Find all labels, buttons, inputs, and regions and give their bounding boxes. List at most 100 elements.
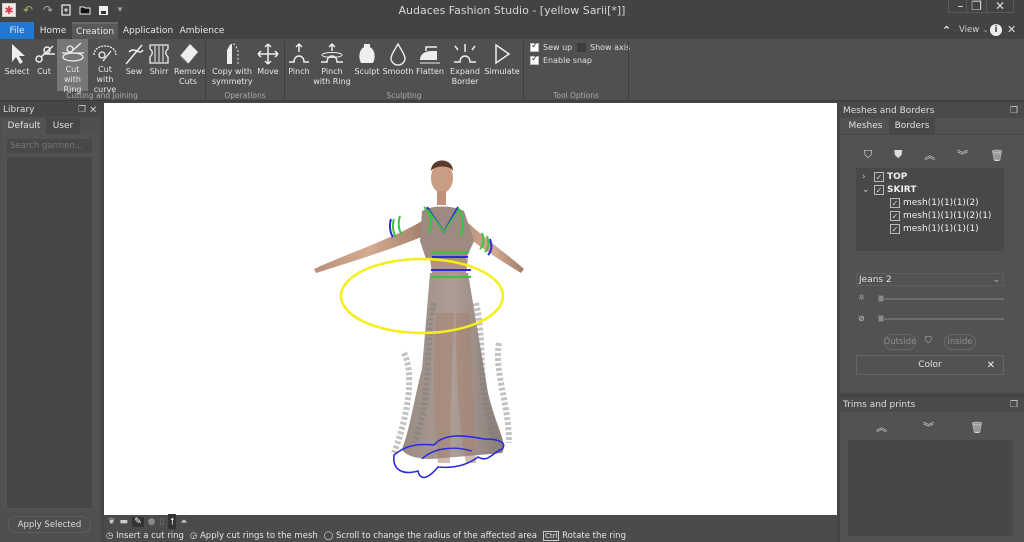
move-up-icon[interactable]: ︽: [876, 419, 887, 435]
float-panel-icon[interactable]: ❐: [78, 105, 86, 115]
pencil-icon[interactable]: ✎: [132, 517, 144, 527]
video-camera-icon[interactable]: ▬: [120, 517, 129, 527]
close-document-icon[interactable]: ✕: [1007, 23, 1016, 36]
show-axis-checkbox[interactable]: Show axis: [577, 43, 630, 52]
pinch-with-ring-tool-button[interactable]: Pinch with Ring: [312, 39, 352, 91]
tree-item-mesh[interactable]: ✓ mesh(1)(1)(1)(1): [856, 222, 1004, 235]
tool-label: Select: [4, 67, 30, 76]
tree-item-top[interactable]: › ✓ TOP: [856, 170, 1004, 183]
collapse-ribbon-icon[interactable]: ⌃: [942, 24, 951, 37]
close-button[interactable]: ✕: [986, 0, 1014, 13]
tool-label: Expand Border: [450, 67, 480, 86]
brightness-slider[interactable]: [878, 298, 1004, 300]
restore-button[interactable]: ❐: [966, 0, 986, 13]
add-garment-icon[interactable]: ⛉: [864, 147, 872, 163]
mouse-left-icon: ◷: [106, 530, 114, 541]
move-down-icon[interactable]: ︾: [957, 147, 968, 163]
transparency-slider[interactable]: [878, 318, 1004, 320]
pinch-tool-button[interactable]: Pinch: [286, 39, 312, 91]
tree-item-mesh[interactable]: ✓ mesh(1)(1)(1)(2): [856, 196, 1004, 209]
checkbox-checked[interactable]: ✓: [890, 197, 900, 208]
shirr-tool-button[interactable]: Shirr: [146, 39, 172, 91]
garment-list[interactable]: [7, 157, 92, 508]
clear-color-icon[interactable]: ✕: [987, 360, 995, 371]
pinch-ring-icon: [317, 41, 347, 67]
checkbox-checked[interactable]: [530, 54, 539, 65]
apply-selected-button[interactable]: Apply Selected: [8, 516, 91, 533]
brightness-slider-thumb[interactable]: [878, 295, 884, 302]
remove-cuts-tool-button[interactable]: Remove Cuts: [172, 39, 207, 91]
tree-item-mesh[interactable]: ✓ mesh(1)(1)(1)(2)(1): [856, 209, 1004, 222]
sew-tool-button[interactable]: Sew: [122, 39, 146, 91]
hint-text: Rotate the ring: [562, 530, 626, 541]
select-tool-button[interactable]: Select: [3, 39, 31, 91]
chevron-down-icon[interactable]: ⌄: [862, 185, 874, 195]
capsule-icon[interactable]: ▯: [159, 517, 164, 527]
mesh-tree: › ✓ TOP ⌄ ✓ SKIRT ✓ mesh(1)(1)(1)(2) ✓ m…: [856, 168, 1004, 238]
cut-with-ring-tool-button[interactable]: Cut with Ring: [57, 39, 88, 94]
tab-user[interactable]: User: [46, 118, 80, 134]
checkbox-checked[interactable]: ✓: [890, 223, 900, 234]
paint-garment-icon[interactable]: ⛊: [894, 147, 902, 163]
copy-with-symmetry-tool-button[interactable]: Copy with symmetry: [210, 39, 254, 91]
trims-list[interactable]: [848, 440, 1013, 536]
checkbox-checked[interactable]: ✓: [890, 210, 900, 221]
tab-home[interactable]: Home: [38, 22, 68, 39]
move-up-icon[interactable]: ︽: [924, 147, 935, 163]
tree-item-skirt[interactable]: ⌄ ✓ SKIRT: [856, 183, 1004, 196]
view-menu[interactable]: View ⌄: [959, 25, 989, 35]
tab-borders[interactable]: Borders: [889, 118, 935, 134]
checkbox-checked[interactable]: [530, 41, 539, 52]
scissors-icon: [29, 41, 59, 67]
cut-ring[interactable]: [339, 257, 505, 335]
sphere-icon[interactable]: ●: [148, 517, 156, 527]
3d-viewport[interactable]: [104, 103, 837, 515]
smooth-tool-button[interactable]: Smooth: [382, 39, 414, 91]
float-panel-icon[interactable]: ❐: [1010, 400, 1018, 410]
info-icon[interactable]: i: [990, 24, 1002, 36]
trash-icon[interactable]: 🗑: [990, 147, 1004, 163]
arrow-up-icon[interactable]: 🠕: [168, 514, 177, 530]
hint-text: Insert a cut ring: [116, 530, 184, 541]
float-panel-icon[interactable]: ❐: [1010, 106, 1018, 116]
tab-default[interactable]: Default: [2, 118, 46, 134]
inside-button[interactable]: Inside: [944, 334, 976, 350]
outside-button[interactable]: Outside: [884, 334, 916, 350]
ribbon-separator: [628, 41, 629, 99]
close-panel-icon[interactable]: ✕: [89, 105, 97, 116]
camera-bird-icon[interactable]: ❦: [108, 517, 116, 527]
checkbox-checked[interactable]: ✓: [874, 171, 884, 182]
expand-border-tool-button[interactable]: Expand Border: [446, 39, 484, 91]
move-tool-button[interactable]: Move: [254, 39, 282, 91]
tree-scroll-area: [856, 238, 1004, 251]
tab-meshes[interactable]: Meshes: [843, 118, 888, 134]
checkbox-unchecked[interactable]: [577, 43, 586, 52]
tab-creation[interactable]: Creation: [72, 22, 118, 39]
trash-icon[interactable]: 🗑: [970, 419, 984, 435]
move-down-icon[interactable]: ︾: [923, 419, 934, 435]
tool-label: Remove Cuts: [174, 67, 207, 86]
checkbox-checked[interactable]: ✓: [874, 184, 884, 195]
material-select[interactable]: Jeans 2 ⌄: [856, 273, 1004, 286]
person-arrow-icon[interactable]: ⏶: [180, 517, 187, 527]
ribbon-tab-bar: File Home Creation Application Ambience …: [0, 22, 1024, 39]
cut-with-curve-tool-button[interactable]: Cut with curve: [88, 39, 122, 94]
simulate-tool-button[interactable]: Simulate: [484, 39, 520, 91]
sculpt-tool-button[interactable]: Sculpt: [352, 39, 382, 91]
sew-up-checkbox[interactable]: Sew up: [530, 41, 572, 52]
cut-tool-button[interactable]: Cut: [31, 39, 57, 91]
move-arrows-icon: [253, 41, 283, 67]
flatten-tool-button[interactable]: Flatten: [414, 39, 446, 91]
hint-scroll-radius: ◯ Scroll to change the radius of the aff…: [324, 531, 537, 541]
search-garments-input[interactable]: [7, 139, 92, 153]
cursor-icon: [2, 41, 32, 67]
tab-file[interactable]: File: [0, 22, 34, 39]
color-button[interactable]: Color ✕: [856, 355, 1004, 375]
hint-apply-rings: ◶ Apply cut rings to the mesh: [190, 531, 318, 541]
tab-application[interactable]: Application: [123, 22, 173, 39]
transparency-slider-thumb[interactable]: [878, 315, 884, 322]
tree-item-label: SKIRT: [887, 184, 917, 195]
tab-ambience[interactable]: Ambience: [180, 22, 225, 39]
enable-snap-checkbox[interactable]: Enable snap: [530, 54, 592, 65]
chevron-right-icon[interactable]: ›: [862, 172, 874, 182]
